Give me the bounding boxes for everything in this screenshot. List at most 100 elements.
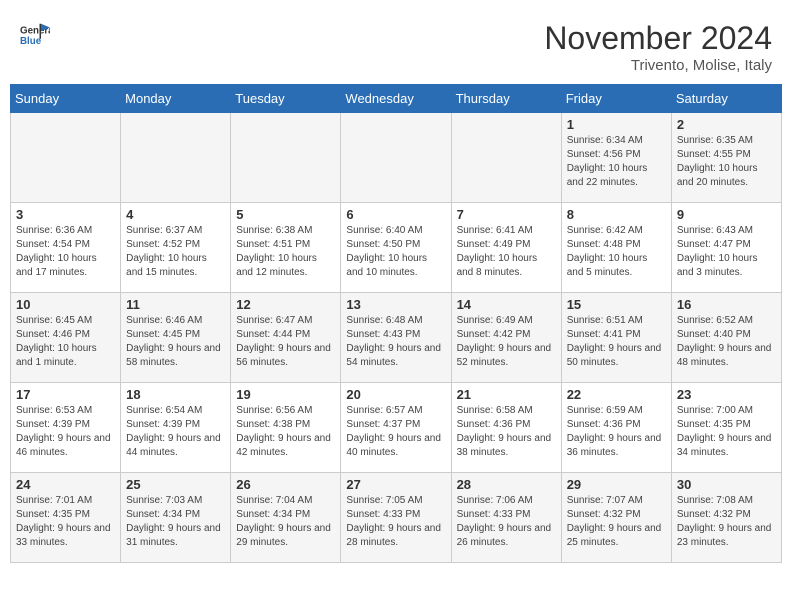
day-number: 11 — [126, 297, 225, 312]
calendar-cell: 13Sunrise: 6:48 AM Sunset: 4:43 PM Dayli… — [341, 293, 451, 383]
day-info: Sunrise: 7:00 AM Sunset: 4:35 PM Dayligh… — [677, 404, 776, 460]
calendar-cell: 25 Sunrise: 7:03 AM Sunset: 4:34 PM Dayli… — [121, 473, 231, 563]
calendar-week-row: 10 Sunrise: 6:45 AM Sunset: 4:46 PM Dayli… — [11, 293, 782, 383]
day-number: 25 — [126, 477, 225, 492]
day-number: 12 — [236, 297, 335, 312]
day-info: Sunrise: 6:57 AM Sunset: 4:37 PM Dayligh… — [346, 404, 445, 460]
calendar-cell — [121, 113, 231, 203]
calendar-week-row: 17 Sunrise: 6:53 AM Sunset: 4:39 PM Dayli… — [11, 383, 782, 473]
day-info: Sunrise: 6:53 AM Sunset: 4:39 PM Dayligh… — [16, 404, 115, 460]
day-number: 21 — [457, 387, 556, 402]
logo-icon: General Blue — [20, 20, 50, 50]
calendar-week-row: 1 Sunrise: 6:34 AM Sunset: 4:56 PM Daylig… — [11, 113, 782, 203]
calendar-cell: 15 Sunrise: 6:51 AM Sunset: 4:41 PM Dayli… — [561, 293, 671, 383]
calendar-cell: 16 Sunrise: 6:52 AM Sunset: 4:40 PM Dayli… — [671, 293, 781, 383]
day-info: Sunrise: 6:37 AM Sunset: 4:52 PM Dayligh… — [126, 224, 225, 280]
page-header: General Blue November 2024 Trivento, Mol… — [10, 10, 782, 79]
day-info: Sunrise: 7:04 AM Sunset: 4:34 PM Dayligh… — [236, 494, 335, 550]
weekday-header: Saturday — [671, 85, 781, 113]
day-number: 20 — [346, 387, 445, 402]
day-info: Sunrise: 6:40 AM Sunset: 4:50 PM Dayligh… — [346, 224, 445, 280]
calendar-table: SundayMondayTuesdayWednesdayThursdayFrid… — [10, 84, 782, 563]
calendar-week-row: 24Sunrise: 7:01 AM Sunset: 4:35 PM Dayli… — [11, 473, 782, 563]
calendar-cell: 21 Sunrise: 6:58 AM Sunset: 4:36 PM Dayli… — [451, 383, 561, 473]
month-title: November 2024 — [544, 20, 772, 57]
day-info: Sunrise: 6:38 AM Sunset: 4:51 PM Dayligh… — [236, 224, 335, 280]
day-number: 7 — [457, 207, 556, 222]
calendar-cell — [231, 113, 341, 203]
weekday-header-row: SundayMondayTuesdayWednesdayThursdayFrid… — [11, 85, 782, 113]
weekday-header: Sunday — [11, 85, 121, 113]
day-info: Sunrise: 6:51 AM Sunset: 4:41 PM Dayligh… — [567, 314, 666, 370]
day-number: 27 — [346, 477, 445, 492]
day-number: 16 — [677, 297, 776, 312]
calendar-cell: 12Sunrise: 6:47 AM Sunset: 4:44 PM Dayli… — [231, 293, 341, 383]
calendar-cell: 3 Sunrise: 6:36 AM Sunset: 4:54 PM Daylig… — [11, 203, 121, 293]
day-number: 18 — [126, 387, 225, 402]
calendar-week-row: 3 Sunrise: 6:36 AM Sunset: 4:54 PM Daylig… — [11, 203, 782, 293]
day-number: 10 — [16, 297, 115, 312]
day-info: Sunrise: 6:54 AM Sunset: 4:39 PM Dayligh… — [126, 404, 225, 460]
day-info: Sunrise: 7:03 AM Sunset: 4:34 PM Dayligh… — [126, 494, 225, 550]
calendar-cell: 28 Sunrise: 7:06 AM Sunset: 4:33 PM Dayli… — [451, 473, 561, 563]
day-number: 29 — [567, 477, 666, 492]
day-info: Sunrise: 7:06 AM Sunset: 4:33 PM Dayligh… — [457, 494, 556, 550]
calendar-cell: 17 Sunrise: 6:53 AM Sunset: 4:39 PM Dayli… — [11, 383, 121, 473]
day-info: Sunrise: 7:05 AM Sunset: 4:33 PM Dayligh… — [346, 494, 445, 550]
day-number: 22 — [567, 387, 666, 402]
title-block: November 2024 Trivento, Molise, Italy — [544, 20, 772, 74]
calendar-cell — [341, 113, 451, 203]
day-info: Sunrise: 6:45 AM Sunset: 4:46 PM Dayligh… — [16, 314, 115, 370]
weekday-header: Tuesday — [231, 85, 341, 113]
day-number: 13 — [346, 297, 445, 312]
calendar-cell: 7 Sunrise: 6:41 AM Sunset: 4:49 PM Daylig… — [451, 203, 561, 293]
logo: General Blue — [20, 20, 52, 50]
day-info: Sunrise: 6:56 AM Sunset: 4:38 PM Dayligh… — [236, 404, 335, 460]
calendar-cell: 4Sunrise: 6:37 AM Sunset: 4:52 PM Daylig… — [121, 203, 231, 293]
day-number: 24 — [16, 477, 115, 492]
day-number: 17 — [16, 387, 115, 402]
day-number: 28 — [457, 477, 556, 492]
calendar-cell: 30Sunrise: 7:08 AM Sunset: 4:32 PM Dayli… — [671, 473, 781, 563]
day-info: Sunrise: 6:49 AM Sunset: 4:42 PM Dayligh… — [457, 314, 556, 370]
calendar-cell: 19Sunrise: 6:56 AM Sunset: 4:38 PM Dayli… — [231, 383, 341, 473]
calendar-cell: 8 Sunrise: 6:42 AM Sunset: 4:48 PM Daylig… — [561, 203, 671, 293]
day-info: Sunrise: 6:52 AM Sunset: 4:40 PM Dayligh… — [677, 314, 776, 370]
day-number: 1 — [567, 117, 666, 132]
day-info: Sunrise: 6:34 AM Sunset: 4:56 PM Dayligh… — [567, 134, 666, 190]
calendar-cell: 5 Sunrise: 6:38 AM Sunset: 4:51 PM Daylig… — [231, 203, 341, 293]
day-number: 23 — [677, 387, 776, 402]
calendar-cell: 14Sunrise: 6:49 AM Sunset: 4:42 PM Dayli… — [451, 293, 561, 383]
calendar-cell: 26 Sunrise: 7:04 AM Sunset: 4:34 PM Dayli… — [231, 473, 341, 563]
calendar-cell: 6 Sunrise: 6:40 AM Sunset: 4:50 PM Daylig… — [341, 203, 451, 293]
calendar-cell: 23 Sunrise: 7:00 AM Sunset: 4:35 PM Dayli… — [671, 383, 781, 473]
day-number: 5 — [236, 207, 335, 222]
day-info: Sunrise: 6:58 AM Sunset: 4:36 PM Dayligh… — [457, 404, 556, 460]
day-number: 3 — [16, 207, 115, 222]
day-number: 15 — [567, 297, 666, 312]
day-number: 2 — [677, 117, 776, 132]
day-info: Sunrise: 6:43 AM Sunset: 4:47 PM Dayligh… — [677, 224, 776, 280]
weekday-header: Friday — [561, 85, 671, 113]
day-number: 8 — [567, 207, 666, 222]
calendar-cell: 29 Sunrise: 7:07 AM Sunset: 4:32 PM Dayli… — [561, 473, 671, 563]
day-number: 9 — [677, 207, 776, 222]
day-number: 26 — [236, 477, 335, 492]
calendar-cell: 18 Sunrise: 6:54 AM Sunset: 4:39 PM Dayli… — [121, 383, 231, 473]
calendar-cell: 1 Sunrise: 6:34 AM Sunset: 4:56 PM Daylig… — [561, 113, 671, 203]
calendar-cell: 24Sunrise: 7:01 AM Sunset: 4:35 PM Dayli… — [11, 473, 121, 563]
day-number: 6 — [346, 207, 445, 222]
day-info: Sunrise: 6:36 AM Sunset: 4:54 PM Dayligh… — [16, 224, 115, 280]
weekday-header: Thursday — [451, 85, 561, 113]
calendar-cell — [11, 113, 121, 203]
day-info: Sunrise: 6:41 AM Sunset: 4:49 PM Dayligh… — [457, 224, 556, 280]
calendar-cell: 2Sunrise: 6:35 AM Sunset: 4:55 PM Daylig… — [671, 113, 781, 203]
svg-text:Blue: Blue — [20, 36, 42, 47]
day-info: Sunrise: 6:46 AM Sunset: 4:45 PM Dayligh… — [126, 314, 225, 370]
day-info: Sunrise: 6:59 AM Sunset: 4:36 PM Dayligh… — [567, 404, 666, 460]
calendar-cell: 9 Sunrise: 6:43 AM Sunset: 4:47 PM Daylig… — [671, 203, 781, 293]
day-info: Sunrise: 6:42 AM Sunset: 4:48 PM Dayligh… — [567, 224, 666, 280]
day-info: Sunrise: 7:07 AM Sunset: 4:32 PM Dayligh… — [567, 494, 666, 550]
day-info: Sunrise: 7:08 AM Sunset: 4:32 PM Dayligh… — [677, 494, 776, 550]
location-title: Trivento, Molise, Italy — [544, 57, 772, 74]
